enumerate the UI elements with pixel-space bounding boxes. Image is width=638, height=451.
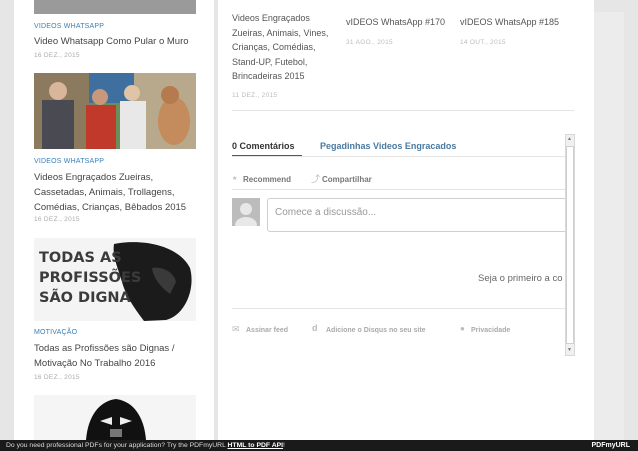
disqus-icon[interactable]: d xyxy=(312,323,318,333)
post-date: 16 DEZ., 2015 xyxy=(34,374,80,381)
comment-input[interactable]: Comece a discussão... xyxy=(267,198,567,232)
thumbnail-top-edge[interactable] xyxy=(34,0,196,14)
privacy-link[interactable]: Privacidade xyxy=(471,327,510,334)
scroll-up-arrow-icon[interactable]: ▲ xyxy=(567,136,572,142)
promo-link[interactable]: HTML to PDF API xyxy=(228,442,284,449)
post-category[interactable]: VIDEOS WHATSAPP xyxy=(34,158,104,165)
main-content: Videos Engraçados Zueiras, Animais, Vine… xyxy=(218,0,594,440)
thumbnail-caption: TODAS AS PROFISSÕES SÃO DIGNA xyxy=(39,250,142,306)
comment-input-placeholder: Comece a discussão... xyxy=(275,207,377,218)
tabs-divider xyxy=(232,156,566,157)
subscribe-link[interactable]: Assinar feed xyxy=(246,327,288,334)
avatar xyxy=(232,198,260,226)
avatar-placeholder-icon xyxy=(232,198,260,226)
post-date: 16 DEZ., 2015 xyxy=(34,52,80,59)
right-margin xyxy=(594,12,624,440)
post-category[interactable]: VIDEOS WHATSAPP xyxy=(34,23,104,30)
star-icon[interactable]: ★ xyxy=(232,175,237,182)
post-title-link[interactable]: Video Whatsapp Como Pular o Muro xyxy=(34,34,204,49)
related-post-title[interactable]: Videos Engraçados Zueiras, Animais, Vine… xyxy=(232,11,330,84)
post-thumbnail[interactable] xyxy=(34,73,196,149)
section-divider xyxy=(232,110,574,111)
actions-divider xyxy=(232,189,566,190)
scroll-down-arrow-icon[interactable]: ▼ xyxy=(567,347,572,353)
post-category[interactable]: MOTIVAÇÃO xyxy=(34,329,77,336)
tab-site[interactable]: Pegadinhas Videos Engracados xyxy=(320,141,456,151)
sidebar: VIDEOS WHATSAPP Video Whatsapp Como Pula… xyxy=(14,0,214,440)
scrollbar-thumb[interactable] xyxy=(566,146,574,344)
promo-end: ! xyxy=(283,442,285,449)
first-comment-text: Seja o primeiro a co xyxy=(478,273,563,284)
share-icon[interactable]: ⤴ xyxy=(311,172,320,185)
thumbnail-image xyxy=(34,73,196,149)
promo-text: Do you need professional PDFs for your a… xyxy=(6,442,226,449)
post-date: 16 DEZ., 2015 xyxy=(34,216,80,223)
tab-comments[interactable]: 0 Comentários xyxy=(232,141,295,151)
post-title-link[interactable]: Todas as Profissões são Dignas / Motivaç… xyxy=(34,341,206,371)
pdf-promo-bar: Do you need professional PDFs for your a… xyxy=(0,440,638,451)
mail-icon[interactable]: ✉ xyxy=(232,324,240,335)
post-title-link[interactable]: Videos Engraçados Zueiras, Cassetadas, A… xyxy=(34,170,206,215)
recommend-button[interactable]: Recommend xyxy=(243,175,291,184)
pdfmyurl-logo[interactable]: PDFmyURL xyxy=(591,440,630,451)
footer-divider xyxy=(232,308,566,309)
thumbnail-image xyxy=(34,395,196,440)
related-post-title[interactable]: vIDEOS WhatsApp #185 xyxy=(460,15,570,30)
related-post-date: 14 OUT., 2015 xyxy=(460,39,506,46)
related-post-title[interactable]: vIDEOS WhatsApp #170 xyxy=(346,15,456,30)
share-button[interactable]: Compartilhar xyxy=(322,175,372,184)
lock-icon[interactable]: ● xyxy=(460,324,465,333)
related-post-date: 11 DEZ., 2015 xyxy=(232,92,278,99)
post-thumbnail[interactable] xyxy=(34,395,196,440)
related-post-date: 31 AGO., 2015 xyxy=(346,39,393,46)
post-thumbnail[interactable]: TODAS AS PROFISSÕES SÃO DIGNA xyxy=(34,238,196,321)
add-disqus-link[interactable]: Adicione o Disqus no seu site xyxy=(326,327,426,334)
